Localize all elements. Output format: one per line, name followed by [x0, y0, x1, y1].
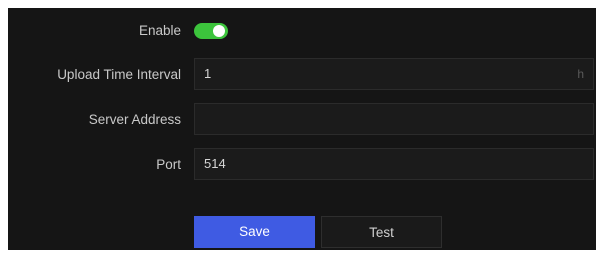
- upload-interval-unit: h: [577, 67, 584, 81]
- port-row: Port 514: [8, 148, 596, 182]
- server-address-row: Server Address: [8, 103, 596, 137]
- upload-interval-input[interactable]: 1 h: [194, 58, 594, 90]
- server-address-label: Server Address: [88, 112, 181, 127]
- upload-interval-value: 1: [204, 66, 212, 81]
- settings-panel: Enable Upload Time Interval 1 h Server A…: [8, 8, 596, 250]
- save-button[interactable]: Save: [194, 216, 315, 248]
- enable-toggle[interactable]: [194, 23, 228, 39]
- port-value: 514: [204, 156, 226, 171]
- upload-interval-label: Upload Time Interval: [57, 67, 181, 82]
- upload-interval-row: Upload Time Interval 1 h: [8, 58, 596, 92]
- toggle-knob: [213, 25, 225, 37]
- enable-label: Enable: [138, 23, 181, 38]
- enable-row: Enable: [8, 14, 596, 48]
- port-input[interactable]: 514: [194, 148, 594, 180]
- test-button[interactable]: Test: [321, 216, 442, 248]
- server-address-input[interactable]: [194, 103, 594, 135]
- port-label: Port: [156, 157, 181, 172]
